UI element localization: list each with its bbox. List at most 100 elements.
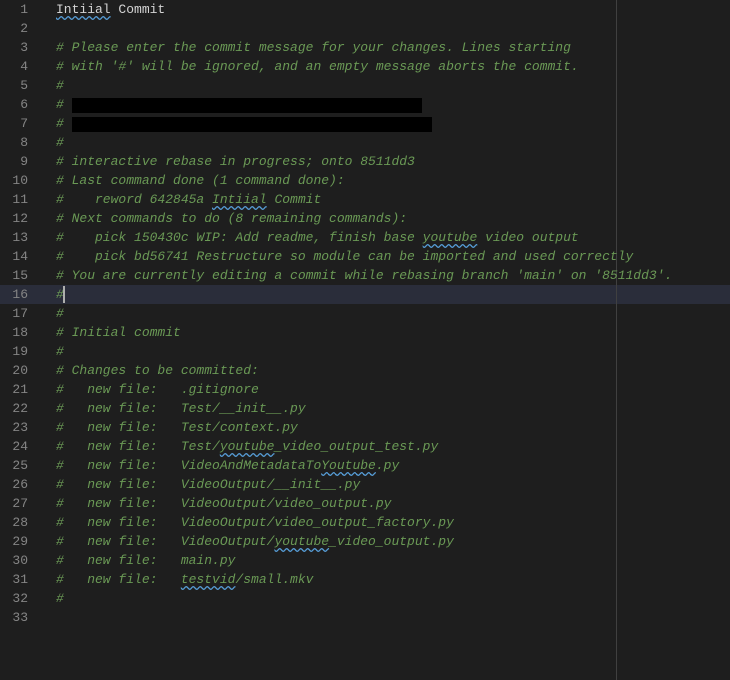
editor-line[interactable]: 20# Changes to be committed: [0,361,730,380]
line-number: 18 [0,323,40,342]
editor-line[interactable]: 24# new file: Test/youtube_video_output_… [0,437,730,456]
editor-line[interactable]: 33 [0,608,730,627]
line-number: 10 [0,171,40,190]
line-number: 24 [0,437,40,456]
line-number: 28 [0,513,40,532]
text-segment: /small.mkv [235,572,313,587]
line-content[interactable]: # Initial commit [40,323,730,342]
line-number: 13 [0,228,40,247]
editor-line[interactable]: 29# new file: VideoOutput/youtube_video_… [0,532,730,551]
line-content[interactable]: # [40,114,730,133]
line-content[interactable]: # [40,285,730,304]
line-content[interactable]: # Next commands to do (8 remaining comma… [40,209,730,228]
text-cursor [63,286,65,303]
editor-line[interactable]: 22# new file: Test/__init__.py [0,399,730,418]
editor-line[interactable]: 25# new file: VideoAndMetadataToYoutube.… [0,456,730,475]
editor-line[interactable]: 5# [0,76,730,95]
text-segment: # reword 642845a [56,192,212,207]
editor-line[interactable]: 6# [0,95,730,114]
line-content[interactable]: # Last command done (1 command done): [40,171,730,190]
editor-line[interactable]: 2 [0,19,730,38]
line-content[interactable]: # Changes to be committed: [40,361,730,380]
editor-line[interactable]: 27# new file: VideoOutput/video_output.p… [0,494,730,513]
line-number: 6 [0,95,40,114]
line-content[interactable]: # [40,95,730,114]
line-content[interactable]: # new file: .gitignore [40,380,730,399]
editor-line[interactable]: 31# new file: testvid/small.mkv [0,570,730,589]
line-content[interactable]: # [40,133,730,152]
line-number: 1 [0,0,40,19]
line-content[interactable]: # new file: main.py [40,551,730,570]
text-segment: # Last command done (1 command done): [56,173,345,188]
line-number: 20 [0,361,40,380]
text-segment: # interactive rebase in progress; onto 8… [56,154,415,169]
line-content[interactable]: Intiial Commit [40,0,730,19]
line-content[interactable]: # reword 642845a Intiial Commit [40,190,730,209]
editor-line[interactable]: 12# Next commands to do (8 remaining com… [0,209,730,228]
line-content[interactable]: # You are currently editing a commit whi… [40,266,730,285]
editor-line[interactable]: 8# [0,133,730,152]
editor-line[interactable]: 19# [0,342,730,361]
line-number: 11 [0,190,40,209]
line-content[interactable]: # [40,76,730,95]
line-number: 16 [0,285,40,304]
line-content[interactable]: # with '#' will be ignored, and an empty… [40,57,730,76]
editor-lines[interactable]: 1Intiial Commit23# Please enter the comm… [0,0,730,627]
editor-line[interactable]: 21# new file: .gitignore [0,380,730,399]
spell-warning: youtube [220,439,275,454]
line-content[interactable]: # new file: VideoOutput/video_output_fac… [40,513,730,532]
spell-warning: Youtube [321,458,376,473]
text-segment: # [56,78,64,93]
editor-line[interactable]: 11# reword 642845a Intiial Commit [0,190,730,209]
editor-line[interactable]: 23# new file: Test/context.py [0,418,730,437]
editor-line[interactable]: 30# new file: main.py [0,551,730,570]
editor-line[interactable]: 14# pick bd56741 Restructure so module c… [0,247,730,266]
line-content[interactable]: # new file: Test/context.py [40,418,730,437]
line-content[interactable]: # [40,589,730,608]
editor-line[interactable]: 4# with '#' will be ignored, and an empt… [0,57,730,76]
editor-line[interactable]: 1Intiial Commit [0,0,730,19]
line-content[interactable]: # new file: VideoOutput/youtube_video_ou… [40,532,730,551]
editor-line[interactable]: 9# interactive rebase in progress; onto … [0,152,730,171]
text-segment: _video_output.py [329,534,454,549]
line-number: 8 [0,133,40,152]
line-number: 19 [0,342,40,361]
editor-line[interactable]: 15# You are currently editing a commit w… [0,266,730,285]
text-segment: # Initial commit [56,325,181,340]
text-segment: Commit [267,192,322,207]
editor-line[interactable]: 10 # Last command done (1 command done): [0,171,730,190]
line-number: 29 [0,532,40,551]
editor-line[interactable]: 26 # new file: VideoOutput/__init__.py [0,475,730,494]
line-content[interactable]: # new file: VideoAndMetadataToYoutube.py [40,456,730,475]
editor-line[interactable]: 16# [0,285,730,304]
line-content[interactable] [40,19,730,38]
text-segment: # with '#' will be ignored, and an empty… [56,59,579,74]
line-number: 3 [0,38,40,57]
line-number: 26 [0,475,40,494]
text-segment: # new file: [56,572,181,587]
line-content[interactable]: # [40,342,730,361]
line-content[interactable]: # Please enter the commit message for yo… [40,38,730,57]
editor-line[interactable]: 13# pick 150430c WIP: Add readme, finish… [0,228,730,247]
spell-warning: youtube [423,230,478,245]
code-editor[interactable]: 1Intiial Commit23# Please enter the comm… [0,0,730,680]
text-segment: # new file: VideoOutput/__init__.py [56,477,360,492]
line-content[interactable]: # pick bd56741 Restructure so module can… [40,247,730,266]
line-content[interactable]: # interactive rebase in progress; onto 8… [40,152,730,171]
line-content[interactable]: # new file: testvid/small.mkv [40,570,730,589]
line-content[interactable]: # pick 150430c WIP: Add readme, finish b… [40,228,730,247]
editor-line[interactable]: 3# Please enter the commit message for y… [0,38,730,57]
line-content[interactable]: # [40,304,730,323]
editor-line[interactable]: 17# [0,304,730,323]
editor-line[interactable]: 18 # Initial commit [0,323,730,342]
line-content[interactable]: # new file: VideoOutput/__init__.py [40,475,730,494]
line-content[interactable]: # new file: VideoOutput/video_output.py [40,494,730,513]
editor-line[interactable]: 32# [0,589,730,608]
line-content[interactable] [40,608,730,627]
editor-line[interactable]: 28 # new file: VideoOutput/video_output_f… [0,513,730,532]
line-content[interactable]: # new file: Test/youtube_video_output_te… [40,437,730,456]
text-segment: # new file: VideoOutput/video_output_fac… [56,515,454,530]
editor-line[interactable]: 7# [0,114,730,133]
redacted-text [72,117,432,132]
line-content[interactable]: # new file: Test/__init__.py [40,399,730,418]
